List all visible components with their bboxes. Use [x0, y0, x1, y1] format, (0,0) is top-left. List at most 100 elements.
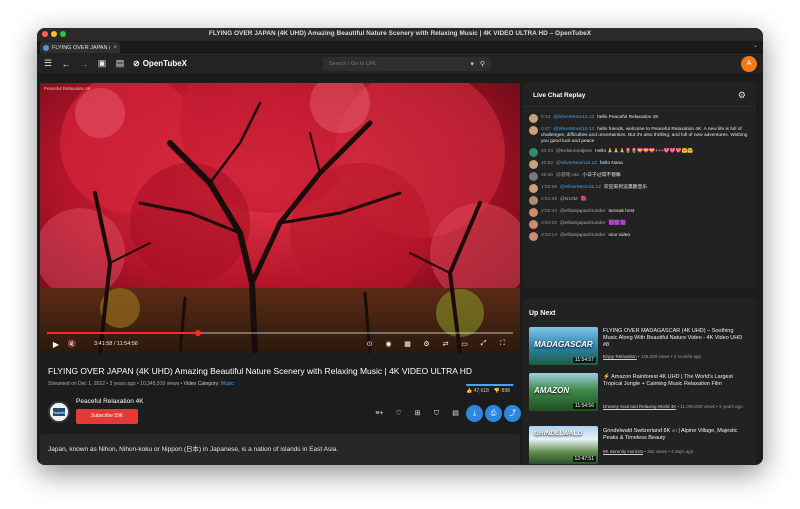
- player-controls: ▶ 🔇 3:41:58 / 11:54:56 ⊙ ◉ ▦ ⚙ ⇄ ▭ ⤢ ⛶: [40, 335, 520, 353]
- avatar[interactable]: A: [741, 56, 757, 72]
- recommendation-channel[interactable]: Dreamy Soul and Relaxing World 4K: [603, 404, 676, 409]
- notes-icon[interactable]: ⎙: [485, 405, 502, 422]
- chat-avatar[interactable]: [529, 160, 538, 169]
- chat-author[interactable]: @SilverMoon15.12: [553, 127, 594, 132]
- recommendation-thumbnail[interactable]: GRINDELWALD 12:47:51: [529, 426, 598, 464]
- chat-avatar[interactable]: [529, 126, 538, 135]
- chat-author[interactable]: @elliotnjapanfounder: [560, 209, 605, 214]
- block-icon[interactable]: ⛉: [428, 405, 445, 422]
- popout-icon[interactable]: ⤢: [474, 340, 493, 348]
- chat-time[interactable]: 3:34:14: [541, 233, 557, 238]
- window-title: FLYING OVER JAPAN (4K UHD) Amazing Beaut…: [208, 30, 592, 37]
- loop-icon[interactable]: ⇄: [436, 340, 455, 348]
- subscribe-button[interactable]: Subscribe 59K: [76, 409, 138, 424]
- chat-avatar[interactable]: [529, 148, 538, 157]
- channel-avatar[interactable]: Peaceful: [48, 401, 70, 423]
- search-filter-icon[interactable]: ▾: [470, 60, 474, 68]
- chat-author[interactable]: @SilverMoon15.12: [560, 185, 601, 190]
- chat-time[interactable]: 0:47: [541, 127, 550, 132]
- streamed-date: Streamed on Dec 1, 2022: [48, 381, 105, 387]
- recommendation-item[interactable]: GRINDELWALD 12:47:51 Grindelwald Switzer…: [529, 426, 751, 465]
- progress-bar[interactable]: [47, 330, 513, 336]
- chat-message-body: 40:52 @SilverMoon15.12 hello Nana: [541, 161, 623, 167]
- chat-message: 1:03:59 @SilverMoon15.12 欢迎來到這裏聽音乐: [529, 184, 750, 193]
- chat-avatar[interactable]: [529, 232, 538, 241]
- chat-time[interactable]: 40:03: [541, 149, 553, 154]
- like-ratio-bar: [466, 384, 514, 386]
- reader-icon[interactable]: ▤: [111, 58, 129, 69]
- search-input[interactable]: [329, 61, 465, 67]
- chat-time[interactable]: 40:52: [541, 161, 553, 166]
- chat-author[interactable]: @Kelvinmedjime: [556, 149, 592, 154]
- favorite-icon[interactable]: ♡: [390, 405, 407, 422]
- chat-avatar[interactable]: [529, 220, 538, 229]
- subtitles-icon[interactable]: ▦: [398, 340, 417, 348]
- menu-icon[interactable]: ☰: [39, 58, 57, 69]
- recommendation-channel[interactable]: 8K Serenity Horizon: [603, 449, 643, 454]
- chat-time[interactable]: 2:55:44: [541, 209, 557, 214]
- chat-message-body: 46:40 @游戏-ckc 小日子过得不错嘛: [541, 173, 621, 179]
- channel-name[interactable]: Peaceful Relaxation 4K: [76, 398, 144, 405]
- chat-author[interactable]: @elliotnjapanfounder: [560, 221, 605, 226]
- forward-icon[interactable]: →: [75, 59, 93, 69]
- dislike-count: 898: [501, 388, 510, 394]
- chat-time[interactable]: 46:40: [541, 173, 553, 178]
- chat-text: tamsak host: [608, 209, 635, 214]
- chat-avatar[interactable]: [529, 114, 538, 123]
- download-icon[interactable]: ⤓: [466, 405, 483, 422]
- theater-icon[interactable]: ▭: [455, 340, 474, 348]
- chat-toggle-icon[interactable]: ◉: [379, 340, 398, 348]
- fullscreen-icon[interactable]: ⛶: [493, 340, 512, 348]
- recommendation-meta: Dreamy Soul and Relaxing World 4K • 11,0…: [603, 404, 743, 409]
- video-description[interactable]: Japan, known as Nihon, Nihon-koku or Nip…: [40, 434, 520, 465]
- chat-time[interactable]: 1:03:59: [541, 185, 557, 190]
- recommendation-title[interactable]: Grindelwald Switzerland 8K on | Alpine V…: [603, 427, 749, 442]
- chat-time[interactable]: 3:04:02: [541, 221, 557, 226]
- like-button[interactable]: 👍 47,618: [466, 388, 489, 394]
- dislike-button[interactable]: 👎 898: [494, 388, 510, 394]
- chat-author[interactable]: @SilverMoon15.12: [553, 115, 594, 120]
- recommendation-item[interactable]: AMAZON 11:54:56 ⚡ Amazon Rainforest 4K U…: [529, 373, 751, 415]
- thumbnail-label: MADAGASCAR: [534, 340, 593, 349]
- chat-avatar[interactable]: [529, 208, 538, 217]
- chat-avatar[interactable]: [529, 172, 538, 181]
- category-link[interactable]: Music: [221, 381, 234, 387]
- picture-in-picture-icon[interactable]: ▣: [93, 58, 111, 69]
- chat-author[interactable]: @elliotnjapanfounder: [560, 233, 605, 238]
- video-watermark: Peaceful Relaxation 4K: [44, 86, 91, 91]
- chat-author[interactable]: @SilverMoon15.12: [556, 161, 597, 166]
- video-actions: ≡+ ♡ ⊞ ⛉ ▤ ⤓ ⎙ ⤴: [371, 405, 521, 422]
- chat-avatar[interactable]: [529, 196, 538, 205]
- recommendation-thumbnail[interactable]: AMAZON 11:54:56: [529, 373, 598, 411]
- recommendation-title[interactable]: ⚡ Amazon Rainforest 4K UHD | The World's…: [603, 374, 749, 388]
- chat-message-body: 0:47 @SilverMoon15.12 hello friends, welco…: [541, 127, 750, 145]
- settings-icon[interactable]: ⚙: [417, 340, 436, 348]
- transcript-icon[interactable]: ▤: [447, 405, 464, 422]
- chat-time[interactable]: 2:51:39: [541, 197, 557, 202]
- recommendation-title[interactable]: FLYING OVER MADAGASCAR (4K UHD) – Soothi…: [603, 328, 749, 349]
- recommendation-thumbnail[interactable]: MADAGASCAR 11:54:57: [529, 327, 598, 365]
- tab-overflow-icon[interactable]: ⌄: [753, 42, 758, 49]
- brand[interactable]: ⊘ OpenTubeX: [133, 59, 187, 68]
- chat-time[interactable]: 0:24: [541, 115, 550, 120]
- search-icon[interactable]: ⚲: [480, 60, 485, 68]
- share-icon[interactable]: ⤴: [504, 405, 521, 422]
- chat-author[interactable]: @游戏-ckc: [556, 173, 579, 178]
- chat-title: Live Chat Replay: [533, 92, 586, 99]
- chat-author[interactable]: @N10M: [560, 197, 578, 202]
- back-icon[interactable]: ←: [57, 59, 75, 69]
- add-to-queue-icon[interactable]: ≡+: [371, 405, 388, 422]
- view-count: 10,345,919 views: [140, 381, 180, 387]
- tab-close-icon[interactable]: ×: [113, 45, 117, 51]
- chat-filter-icon[interactable]: ⚙: [738, 90, 746, 101]
- chat-avatar[interactable]: [529, 184, 538, 193]
- save-icon[interactable]: ⊞: [409, 405, 426, 422]
- mute-icon[interactable]: 🔇: [64, 340, 80, 348]
- screenshot-icon[interactable]: ⊙: [360, 340, 379, 348]
- tab-active[interactable]: FLYING OVER JAPAN (... ×: [40, 42, 120, 53]
- video-player[interactable]: Peaceful Relaxation 4K ▶ 🔇 3:41:58 / 11:…: [40, 83, 520, 353]
- recommendation-item[interactable]: MADAGASCAR 11:54:57 FLYING OVER MADAGASC…: [529, 327, 751, 369]
- play-icon[interactable]: ▶: [48, 340, 64, 349]
- recommendation-channel[interactable]: Enjoy Relaxation: [603, 354, 637, 359]
- like-count: 47,618: [473, 388, 489, 394]
